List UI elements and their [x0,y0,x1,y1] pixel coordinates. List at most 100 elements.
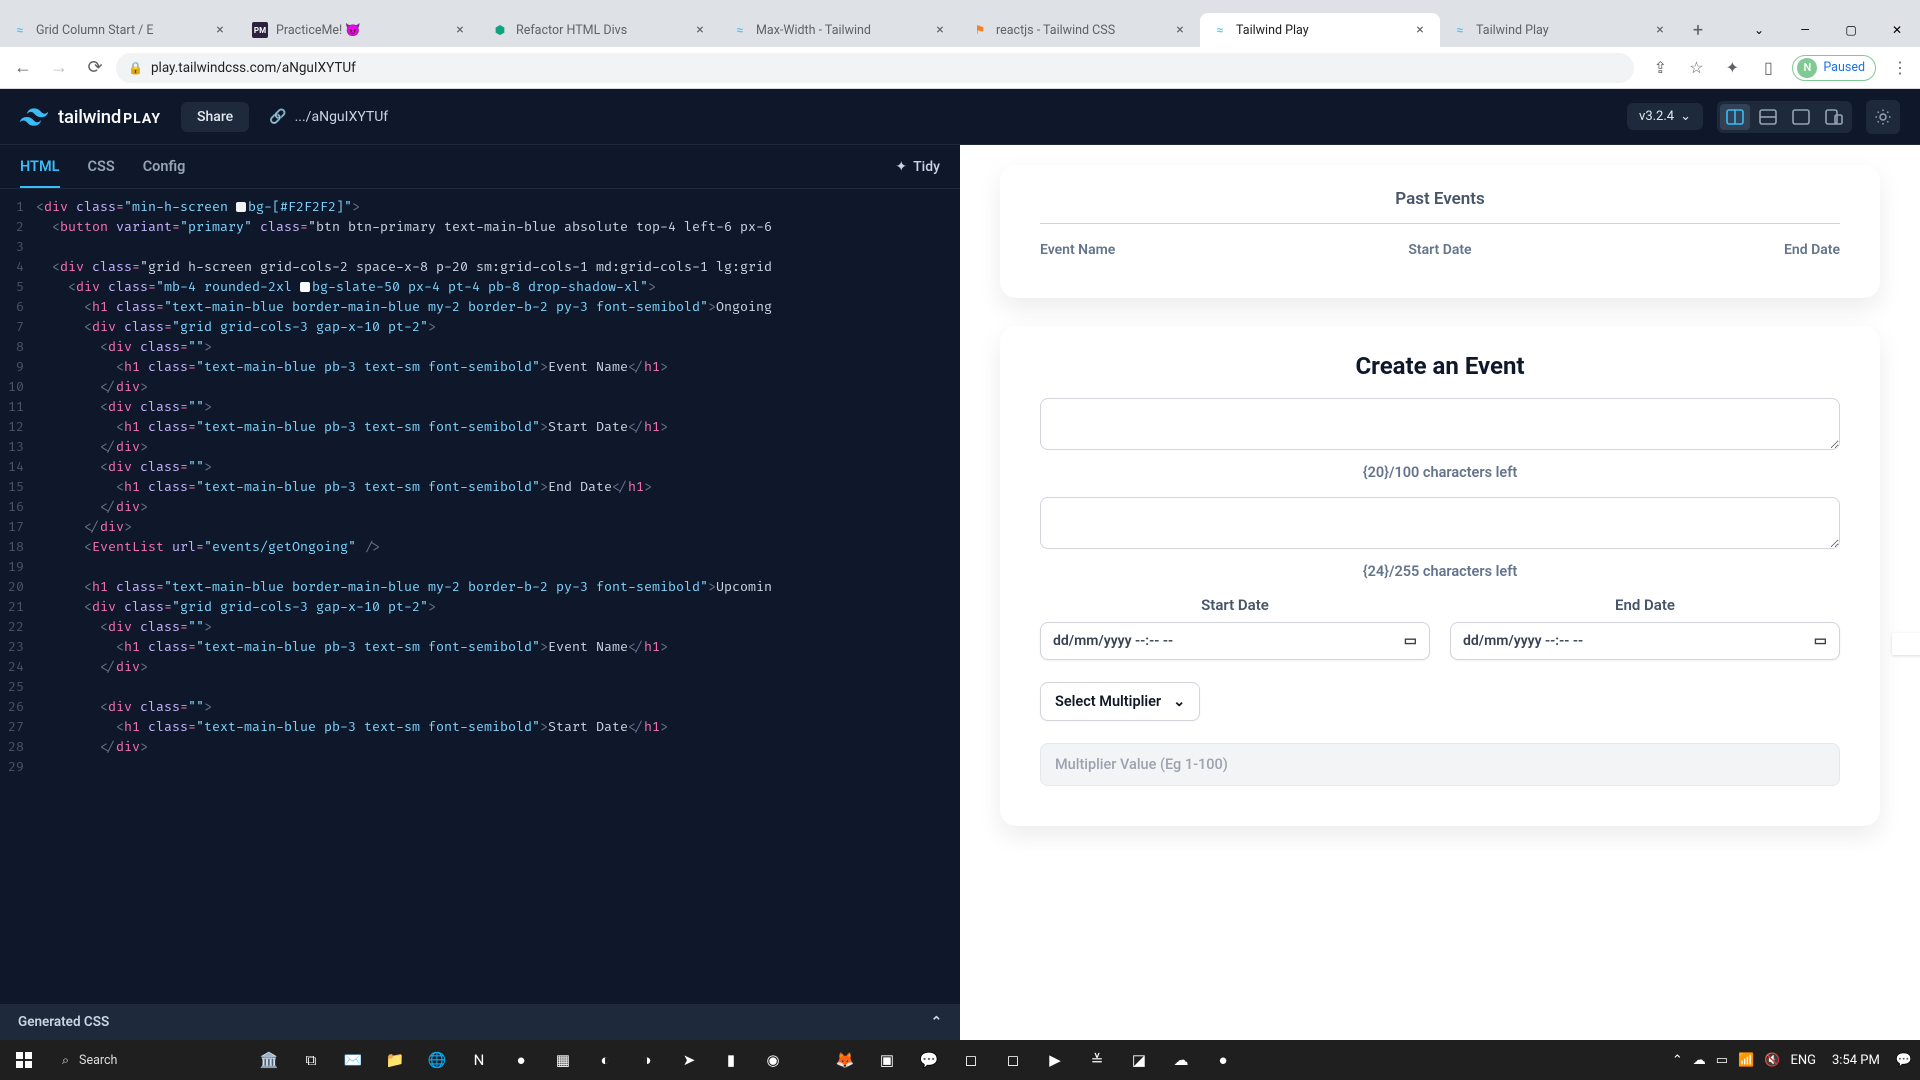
taskbar-app-6[interactable]: ◻ [950,1040,992,1080]
end-date-input[interactable]: dd/mm/yyyy --:-- --▭ [1450,622,1840,660]
tab-css[interactable]: CSS [88,147,115,186]
close-icon[interactable]: × [932,22,948,38]
lock-icon: 🔒 [128,61,143,75]
taskbar-discord[interactable]: ◉ [752,1040,794,1080]
share-page-icon[interactable]: ⇪ [1648,56,1672,80]
code-content[interactable]: <div class="min-h-screen bg-[#F2F2F2]"> … [36,189,960,1004]
url-input[interactable]: 🔒 play.tailwindcss.com/aNguIXYTUf [116,53,1634,83]
close-icon[interactable]: × [1652,22,1668,38]
theme-toggle[interactable] [1866,100,1900,134]
reload-button[interactable]: ⟳ [80,53,110,83]
create-event-card: Create an Event {20}/100 characters left… [1000,326,1880,826]
layout-split-horizontal[interactable] [1753,104,1783,130]
taskbar-spotify[interactable]: ● [500,1040,542,1080]
layout-preview-only[interactable] [1786,104,1816,130]
taskbar-firefox[interactable]: 🦊 [824,1040,866,1080]
end-date-label: End Date [1450,596,1840,614]
close-window-button[interactable]: ✕ [1874,13,1920,47]
back-button[interactable]: ← [8,53,38,83]
event-name-textarea[interactable] [1040,398,1840,450]
logo[interactable]: tailwindPLAY [20,106,161,128]
taskbar-app-7[interactable]: ◻ [992,1040,1034,1080]
taskbar-explorer[interactable]: 📁 [374,1040,416,1080]
start-button[interactable] [0,1040,48,1080]
tray-notifications-icon[interactable]: 💬 [1896,1053,1912,1068]
taskbar-vscode[interactable]: ≚ [1076,1040,1118,1080]
tray-chevron-icon[interactable]: ⌃ [1672,1053,1683,1068]
taskbar-app-5[interactable]: ▣ [866,1040,908,1080]
taskbar-app-1[interactable]: ▦ [542,1040,584,1080]
version-selector[interactable]: v3.2.4 ⌄ [1627,103,1703,130]
tab-maxwidth[interactable]: ≈Max-Width - Tailwind× [720,13,960,47]
tailwind-favicon: ≈ [1452,22,1468,38]
tailwind-play-app: tailwindPLAY Share 🔗 .../aNguIXYTUf v3.2… [0,89,1920,1040]
taskbar-youtube[interactable]: ▶ [1034,1040,1076,1080]
tab-config[interactable]: Config [143,147,186,186]
taskbar-mail[interactable]: ✉️ [332,1040,374,1080]
tab-reactjs[interactable]: ⚑reactjs - Tailwind CSS× [960,13,1200,47]
start-date-input[interactable]: dd/mm/yyyy --:-- --▭ [1040,622,1430,660]
taskbar-weather[interactable]: 🏛️ [248,1040,290,1080]
taskbar-app-3[interactable]: ◑ [626,1040,668,1080]
share-button[interactable]: Share [181,102,249,132]
multiplier-input[interactable]: Multiplier Value (Eg 1-100) [1040,743,1840,786]
layout-split-vertical[interactable] [1720,104,1750,130]
close-icon[interactable]: × [1412,22,1428,38]
practiceme-favicon: PM [252,22,268,38]
layout-responsive[interactable] [1819,104,1849,130]
taskbar-notion[interactable]: N [458,1040,500,1080]
new-tab-button[interactable]: + [1684,16,1712,44]
tab-grid-column[interactable]: ≈Grid Column Start / E× [0,13,240,47]
reading-list-icon[interactable]: ▯ [1756,56,1780,80]
minimize-button[interactable]: ― [1782,13,1828,47]
link-icon: 🔗 [269,109,286,125]
taskbar-taskview[interactable]: ⧉ [290,1040,332,1080]
tray-language[interactable]: ENG [1790,1053,1816,1068]
tray-battery-icon[interactable]: ▭ [1716,1053,1728,1068]
tab-title: Tailwind Play [1236,23,1404,38]
tray-wifi-icon[interactable]: 📶 [1738,1053,1754,1068]
taskbar-app-9[interactable]: ☁ [1160,1040,1202,1080]
tab-tailwind-play-2[interactable]: ≈Tailwind Play× [1440,13,1680,47]
tab-tailwind-play-active[interactable]: ≈Tailwind Play× [1200,13,1440,47]
bookmark-icon[interactable]: ☆ [1684,56,1708,80]
tab-title: Max-Width - Tailwind [756,23,924,38]
tidy-button[interactable]: ✦Tidy [895,159,940,175]
tab-refactor[interactable]: ⬢Refactor HTML Divs× [480,13,720,47]
tailwind-favicon: ≈ [12,22,28,38]
multiplier-select[interactable]: Select Multiplier⌄ [1040,682,1200,721]
tray-onedrive-icon[interactable]: ☁ [1693,1053,1706,1068]
playground-url[interactable]: 🔗 .../aNguIXYTUf [269,109,388,125]
close-icon[interactable]: × [1172,22,1188,38]
close-icon[interactable]: × [212,22,228,38]
chevron-down-icon[interactable]: ⌄ [1736,13,1782,47]
profile-button[interactable]: N Paused [1792,55,1876,81]
extensions-icon[interactable]: ✦ [1720,56,1744,80]
tab-html[interactable]: HTML [20,147,60,188]
taskbar-app-4[interactable]: ▮ [710,1040,752,1080]
tab-practiceme[interactable]: PMPracticeMe! 😈× [240,13,480,47]
tailwind-logo-icon [20,108,48,126]
stackoverflow-favicon: ⬢ [492,22,508,38]
taskbar-chrome[interactable]: 🌐 [416,1040,458,1080]
close-icon[interactable]: × [452,22,468,38]
forward-button[interactable]: → [44,53,74,83]
taskbar-whatsapp[interactable]: 💬 [908,1040,950,1080]
taskbar-app-8[interactable]: ◪ [1118,1040,1160,1080]
char-count-2: {24}/255 characters left [1040,563,1840,580]
close-icon[interactable]: × [692,22,708,38]
tray-volume-icon[interactable]: 🔇 [1764,1053,1780,1068]
taskbar-telegram[interactable]: ➤ [668,1040,710,1080]
event-desc-textarea[interactable] [1040,497,1840,549]
floating-widget[interactable] [1892,633,1920,655]
editor-tabs: HTML CSS Config ✦Tidy [0,145,960,189]
taskbar-app-10[interactable]: ● [1202,1040,1244,1080]
kebab-menu-icon[interactable]: ⋮ [1888,56,1912,80]
tray-clock[interactable]: 3:54 PM [1826,1053,1886,1068]
taskbar-app-2[interactable]: ◐ [584,1040,626,1080]
generated-css-panel[interactable]: Generated CSS ⌃ [0,1004,960,1040]
taskbar-search[interactable]: ⌕Search [48,1040,248,1080]
maximize-button[interactable]: ▢ [1828,13,1874,47]
preview-pane[interactable]: Past Events Event Name Start Date End Da… [960,145,1920,1040]
code-editor[interactable]: 1234567891011121314151617181920212223242… [0,189,960,1004]
